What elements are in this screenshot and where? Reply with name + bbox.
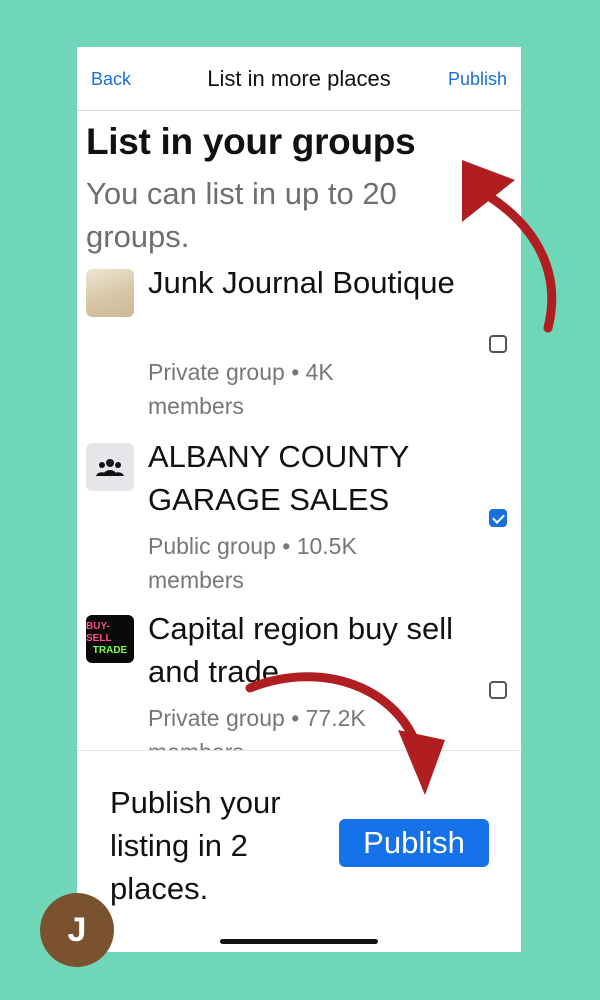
arrow-down-annotation [245, 672, 445, 795]
annotation-arrows [245, 160, 557, 795]
avatar: J [40, 893, 114, 967]
arrow-up-annotation [462, 160, 557, 333]
